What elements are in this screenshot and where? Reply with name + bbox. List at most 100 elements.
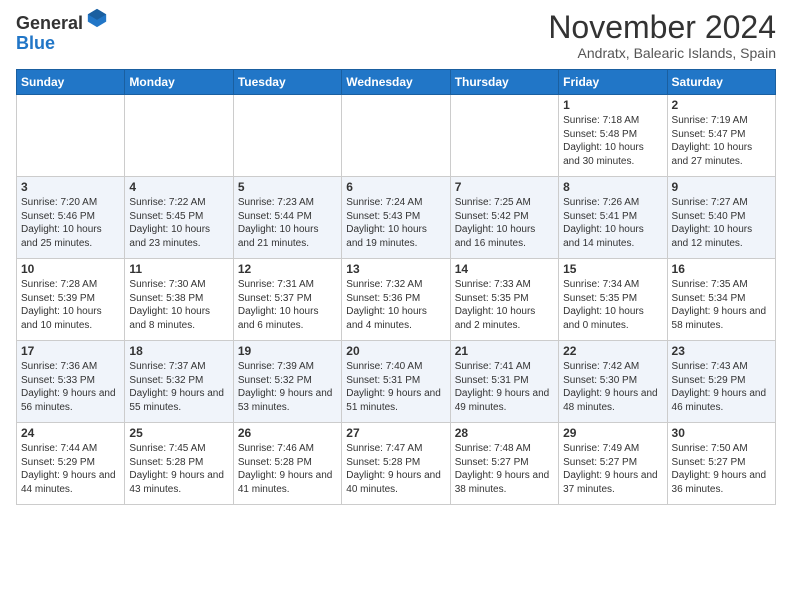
calendar-cell: 26 Sunrise: 7:46 AM Sunset: 5:28 PM Dayli… bbox=[233, 423, 341, 505]
calendar-cell: 29 Sunrise: 7:49 AM Sunset: 5:27 PM Dayli… bbox=[559, 423, 667, 505]
calendar-day-header: Wednesday bbox=[342, 70, 450, 95]
calendar-week-row: 17 Sunrise: 7:36 AM Sunset: 5:33 PM Dayli… bbox=[17, 341, 776, 423]
day-number: 5 bbox=[238, 180, 337, 194]
calendar-cell: 25Sunrise: 7:45 AM Sunset: 5:28 PM Dayli… bbox=[125, 423, 233, 505]
location: Andratx, Balearic Islands, Spain bbox=[548, 45, 776, 61]
day-info: Sunrise: 7:36 AM Sunset: 5:33 PM Dayligh… bbox=[21, 360, 120, 414]
calendar-day-header: Saturday bbox=[667, 70, 775, 95]
day-number: 3 bbox=[21, 180, 120, 194]
day-info: Sunrise: 7:20 AM Sunset: 5:46 PM Dayligh… bbox=[21, 196, 120, 250]
day-info: Sunrise: 7:35 AM Sunset: 5:34 PM Dayligh… bbox=[672, 278, 771, 332]
calendar-week-row: 3 Sunrise: 7:20 AM Sunset: 5:46 PM Daylig… bbox=[17, 177, 776, 259]
calendar-cell: 27 Sunrise: 7:47 AM Sunset: 5:28 PM Dayli… bbox=[342, 423, 450, 505]
day-info: Sunrise: 7:49 AM Sunset: 5:27 PM Dayligh… bbox=[563, 442, 662, 496]
calendar-cell bbox=[233, 95, 341, 177]
calendar-cell: 14 Sunrise: 7:33 AM Sunset: 5:35 PM Dayli… bbox=[450, 259, 558, 341]
title-area: November 2024 Andratx, Balearic Islands,… bbox=[548, 10, 776, 61]
calendar-cell: 1 Sunrise: 7:18 AM Sunset: 5:48 PM Daylig… bbox=[559, 95, 667, 177]
calendar-cell: 22 Sunrise: 7:42 AM Sunset: 5:30 PM Dayli… bbox=[559, 341, 667, 423]
day-number: 16 bbox=[672, 262, 771, 276]
day-number: 18 bbox=[129, 344, 228, 358]
day-number: 30 bbox=[672, 426, 771, 440]
day-info: Sunrise: 7:47 AM Sunset: 5:28 PM Dayligh… bbox=[346, 442, 445, 496]
day-info: Sunrise: 7:19 AM Sunset: 5:47 PM Dayligh… bbox=[672, 114, 771, 168]
day-number: 23 bbox=[672, 344, 771, 358]
calendar-cell: 3 Sunrise: 7:20 AM Sunset: 5:46 PM Daylig… bbox=[17, 177, 125, 259]
logo-icon bbox=[86, 7, 108, 29]
calendar-cell: 18 Sunrise: 7:37 AM Sunset: 5:32 PM Dayli… bbox=[125, 341, 233, 423]
calendar-cell: 21 Sunrise: 7:41 AM Sunset: 5:31 PM Dayli… bbox=[450, 341, 558, 423]
calendar-table: SundayMondayTuesdayWednesdayThursdayFrid… bbox=[16, 69, 776, 505]
day-number: 4 bbox=[129, 180, 228, 194]
day-info: Sunrise: 7:22 AM Sunset: 5:45 PM Dayligh… bbox=[129, 196, 228, 250]
day-info: Sunrise: 7:46 AM Sunset: 5:28 PM Dayligh… bbox=[238, 442, 337, 496]
day-number: 29 bbox=[563, 426, 662, 440]
day-info: Sunrise: 7:32 AM Sunset: 5:36 PM Dayligh… bbox=[346, 278, 445, 332]
day-info: Sunrise: 7:42 AM Sunset: 5:30 PM Dayligh… bbox=[563, 360, 662, 414]
day-number: 22 bbox=[563, 344, 662, 358]
logo-general: General bbox=[16, 13, 83, 33]
calendar-cell: 4 Sunrise: 7:22 AM Sunset: 5:45 PM Daylig… bbox=[125, 177, 233, 259]
calendar-cell bbox=[125, 95, 233, 177]
day-info: Sunrise: 7:37 AM Sunset: 5:32 PM Dayligh… bbox=[129, 360, 228, 414]
calendar-cell: 28Sunrise: 7:48 AM Sunset: 5:27 PM Dayli… bbox=[450, 423, 558, 505]
calendar-cell: 11 Sunrise: 7:30 AM Sunset: 5:38 PM Dayli… bbox=[125, 259, 233, 341]
day-number: 24 bbox=[21, 426, 120, 440]
day-number: 1 bbox=[563, 98, 662, 112]
day-info: Sunrise: 7:30 AM Sunset: 5:38 PM Dayligh… bbox=[129, 278, 228, 332]
calendar-cell bbox=[342, 95, 450, 177]
logo: General Blue bbox=[16, 14, 108, 54]
calendar-week-row: 24Sunrise: 7:44 AM Sunset: 5:29 PM Dayli… bbox=[17, 423, 776, 505]
calendar-day-header: Tuesday bbox=[233, 70, 341, 95]
day-number: 20 bbox=[346, 344, 445, 358]
day-number: 10 bbox=[21, 262, 120, 276]
day-info: Sunrise: 7:25 AM Sunset: 5:42 PM Dayligh… bbox=[455, 196, 554, 250]
day-info: Sunrise: 7:43 AM Sunset: 5:29 PM Dayligh… bbox=[672, 360, 771, 414]
day-number: 15 bbox=[563, 262, 662, 276]
day-number: 12 bbox=[238, 262, 337, 276]
calendar-cell: 20 Sunrise: 7:40 AM Sunset: 5:31 PM Dayli… bbox=[342, 341, 450, 423]
day-info: Sunrise: 7:31 AM Sunset: 5:37 PM Dayligh… bbox=[238, 278, 337, 332]
calendar-cell: 2 Sunrise: 7:19 AM Sunset: 5:47 PM Daylig… bbox=[667, 95, 775, 177]
day-info: Sunrise: 7:24 AM Sunset: 5:43 PM Dayligh… bbox=[346, 196, 445, 250]
day-info: Sunrise: 7:18 AM Sunset: 5:48 PM Dayligh… bbox=[563, 114, 662, 168]
page: General Blue November 2024 Andratx, Bale… bbox=[0, 0, 792, 612]
day-number: 27 bbox=[346, 426, 445, 440]
calendar-cell bbox=[17, 95, 125, 177]
calendar-cell: 30Sunrise: 7:50 AM Sunset: 5:27 PM Dayli… bbox=[667, 423, 775, 505]
day-info: Sunrise: 7:26 AM Sunset: 5:41 PM Dayligh… bbox=[563, 196, 662, 250]
day-number: 19 bbox=[238, 344, 337, 358]
calendar-cell: 7 Sunrise: 7:25 AM Sunset: 5:42 PM Daylig… bbox=[450, 177, 558, 259]
calendar-day-header: Friday bbox=[559, 70, 667, 95]
logo-blue: Blue bbox=[16, 33, 55, 53]
day-info: Sunrise: 7:40 AM Sunset: 5:31 PM Dayligh… bbox=[346, 360, 445, 414]
calendar-cell: 8 Sunrise: 7:26 AM Sunset: 5:41 PM Daylig… bbox=[559, 177, 667, 259]
calendar-cell bbox=[450, 95, 558, 177]
calendar-header-row: SundayMondayTuesdayWednesdayThursdayFrid… bbox=[17, 70, 776, 95]
day-number: 6 bbox=[346, 180, 445, 194]
calendar-cell: 16 Sunrise: 7:35 AM Sunset: 5:34 PM Dayli… bbox=[667, 259, 775, 341]
day-number: 14 bbox=[455, 262, 554, 276]
calendar-week-row: 1 Sunrise: 7:18 AM Sunset: 5:48 PM Daylig… bbox=[17, 95, 776, 177]
calendar-cell: 17 Sunrise: 7:36 AM Sunset: 5:33 PM Dayli… bbox=[17, 341, 125, 423]
day-info: Sunrise: 7:23 AM Sunset: 5:44 PM Dayligh… bbox=[238, 196, 337, 250]
calendar-cell: 15Sunrise: 7:34 AM Sunset: 5:35 PM Dayli… bbox=[559, 259, 667, 341]
day-number: 11 bbox=[129, 262, 228, 276]
day-number: 26 bbox=[238, 426, 337, 440]
calendar-cell: 13Sunrise: 7:32 AM Sunset: 5:36 PM Dayli… bbox=[342, 259, 450, 341]
day-number: 21 bbox=[455, 344, 554, 358]
day-number: 7 bbox=[455, 180, 554, 194]
day-number: 2 bbox=[672, 98, 771, 112]
calendar-cell: 19Sunrise: 7:39 AM Sunset: 5:32 PM Dayli… bbox=[233, 341, 341, 423]
calendar-cell: 24Sunrise: 7:44 AM Sunset: 5:29 PM Dayli… bbox=[17, 423, 125, 505]
day-info: Sunrise: 7:27 AM Sunset: 5:40 PM Dayligh… bbox=[672, 196, 771, 250]
day-number: 25 bbox=[129, 426, 228, 440]
day-info: Sunrise: 7:41 AM Sunset: 5:31 PM Dayligh… bbox=[455, 360, 554, 414]
day-info: Sunrise: 7:28 AM Sunset: 5:39 PM Dayligh… bbox=[21, 278, 120, 332]
day-info: Sunrise: 7:33 AM Sunset: 5:35 PM Dayligh… bbox=[455, 278, 554, 332]
day-number: 8 bbox=[563, 180, 662, 194]
day-number: 17 bbox=[21, 344, 120, 358]
header: General Blue November 2024 Andratx, Bale… bbox=[16, 10, 776, 61]
calendar-day-header: Sunday bbox=[17, 70, 125, 95]
calendar-day-header: Monday bbox=[125, 70, 233, 95]
